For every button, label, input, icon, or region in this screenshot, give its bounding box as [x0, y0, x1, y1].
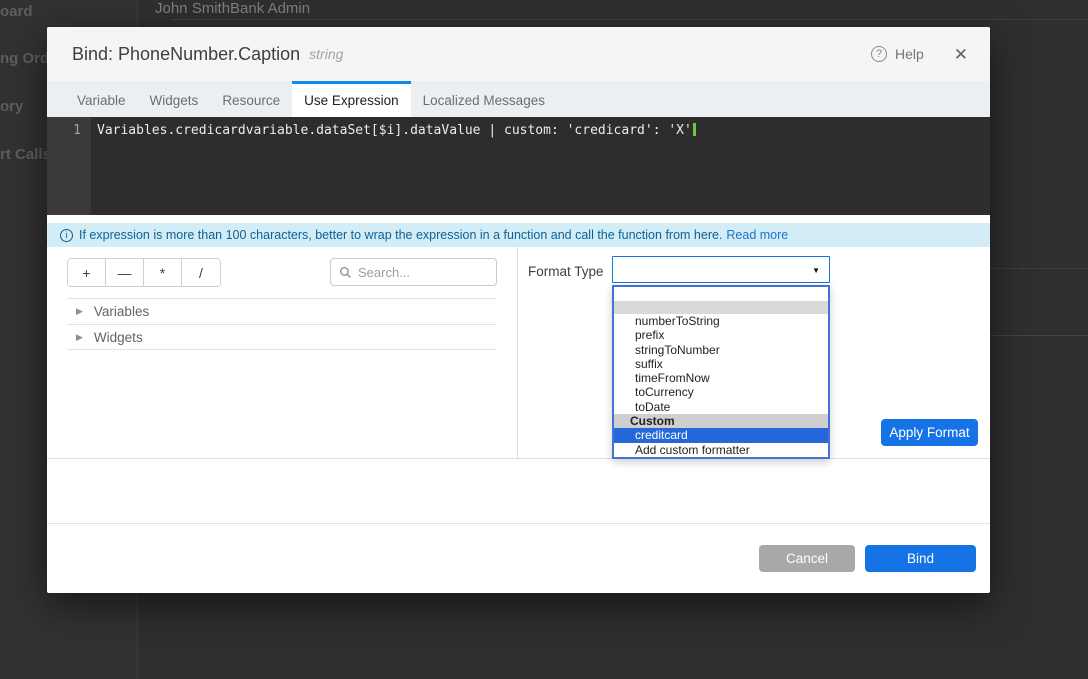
format-option[interactable]: toCurrency [614, 385, 828, 399]
tree-item-variables[interactable]: ▶ Variables [67, 298, 497, 324]
format-option-blank-highlighted[interactable] [614, 301, 828, 314]
operator-button-group: + — * / [67, 258, 221, 287]
format-type-label: Format Type [528, 264, 604, 279]
format-option[interactable]: stringToNumber [614, 343, 828, 357]
footer-divider [47, 523, 990, 524]
expression-code[interactable]: Variables.credicardvariable.dataSet[$i].… [97, 123, 696, 138]
format-type-select[interactable]: ▼ [612, 256, 830, 283]
tab-widgets[interactable]: Widgets [138, 81, 211, 117]
search-input[interactable] [358, 265, 488, 280]
editor-line-number: 1 [47, 123, 81, 138]
property-type-label: string [309, 46, 343, 62]
format-option[interactable]: numberToString [614, 314, 828, 328]
format-option-blank[interactable] [614, 287, 828, 301]
tab-resource[interactable]: Resource [210, 81, 292, 117]
search-icon [339, 266, 352, 279]
expression-text: Variables.credicardvariable.dataSet[$i].… [97, 123, 692, 138]
tree-item-widgets[interactable]: ▶ Widgets [67, 324, 497, 350]
panel-divider [517, 247, 518, 458]
dialog-title: Bind: PhoneNumber.Caption [72, 44, 300, 65]
expression-editor[interactable]: 1 Variables.credicardvariable.dataSet[$i… [47, 117, 990, 215]
background-user-text: John SmithBank Admin [155, 0, 310, 17]
info-banner-text: If expression is more than 100 character… [79, 228, 722, 242]
multiply-operator-button[interactable]: * [144, 259, 182, 286]
format-option-add-custom-formatter[interactable]: Add custom formatter [614, 443, 828, 457]
tab-bar: Variable Widgets Resource Use Expression… [47, 81, 990, 117]
format-option-creditcard-selected[interactable]: creditcard [614, 428, 828, 442]
dialog-header: Bind: PhoneNumber.Caption string ? Help … [47, 27, 990, 81]
info-banner: i If expression is more than 100 charact… [47, 223, 990, 247]
chevron-right-icon[interactable]: ▶ [76, 306, 83, 317]
bind-button[interactable]: Bind [865, 545, 976, 572]
format-option-group-custom: Custom [614, 414, 828, 428]
expression-tree: ▶ Variables ▶ Widgets [67, 298, 497, 350]
sidebar-item-support-calls[interactable]: rt Calls [0, 146, 51, 163]
apply-format-button[interactable]: Apply Format [881, 419, 978, 446]
format-type-dropdown: numberToString prefix stringToNumber suf… [612, 285, 830, 459]
info-icon: i [60, 229, 73, 242]
screen: oard ng Order ory rt Calls John SmithBan… [0, 0, 1088, 679]
background-dotted-guide [172, 19, 1088, 20]
close-icon[interactable]: ✕ [954, 46, 968, 63]
minus-operator-button[interactable]: — [106, 259, 144, 286]
read-more-link[interactable]: Read more [726, 228, 788, 242]
tab-variable[interactable]: Variable [65, 81, 138, 117]
format-option[interactable]: prefix [614, 328, 828, 342]
format-option[interactable]: toDate [614, 400, 828, 414]
tab-localized-messages[interactable]: Localized Messages [411, 81, 557, 117]
tree-item-label: Widgets [94, 330, 143, 345]
section-divider [47, 458, 990, 459]
format-option[interactable]: suffix [614, 357, 828, 371]
plus-operator-button[interactable]: + [68, 259, 106, 286]
sidebar-item-dashboard[interactable]: oard [0, 3, 33, 20]
tree-item-label: Variables [94, 304, 149, 319]
divide-operator-button[interactable]: / [182, 259, 220, 286]
help-label[interactable]: Help [895, 46, 924, 62]
dropdown-arrow-icon: ▼ [812, 266, 820, 275]
chevron-right-icon[interactable]: ▶ [76, 332, 83, 343]
format-option[interactable]: timeFromNow [614, 371, 828, 385]
cancel-button[interactable]: Cancel [759, 545, 855, 572]
background-divider [990, 268, 1088, 269]
bind-dialog: Bind: PhoneNumber.Caption string ? Help … [47, 27, 990, 593]
sidebar-item-history[interactable]: ory [0, 98, 23, 115]
tab-use-expression[interactable]: Use Expression [292, 81, 411, 117]
help-icon[interactable]: ? [871, 46, 887, 62]
background-divider [990, 335, 1088, 336]
editor-cursor [693, 123, 696, 136]
search-box[interactable] [330, 258, 497, 286]
